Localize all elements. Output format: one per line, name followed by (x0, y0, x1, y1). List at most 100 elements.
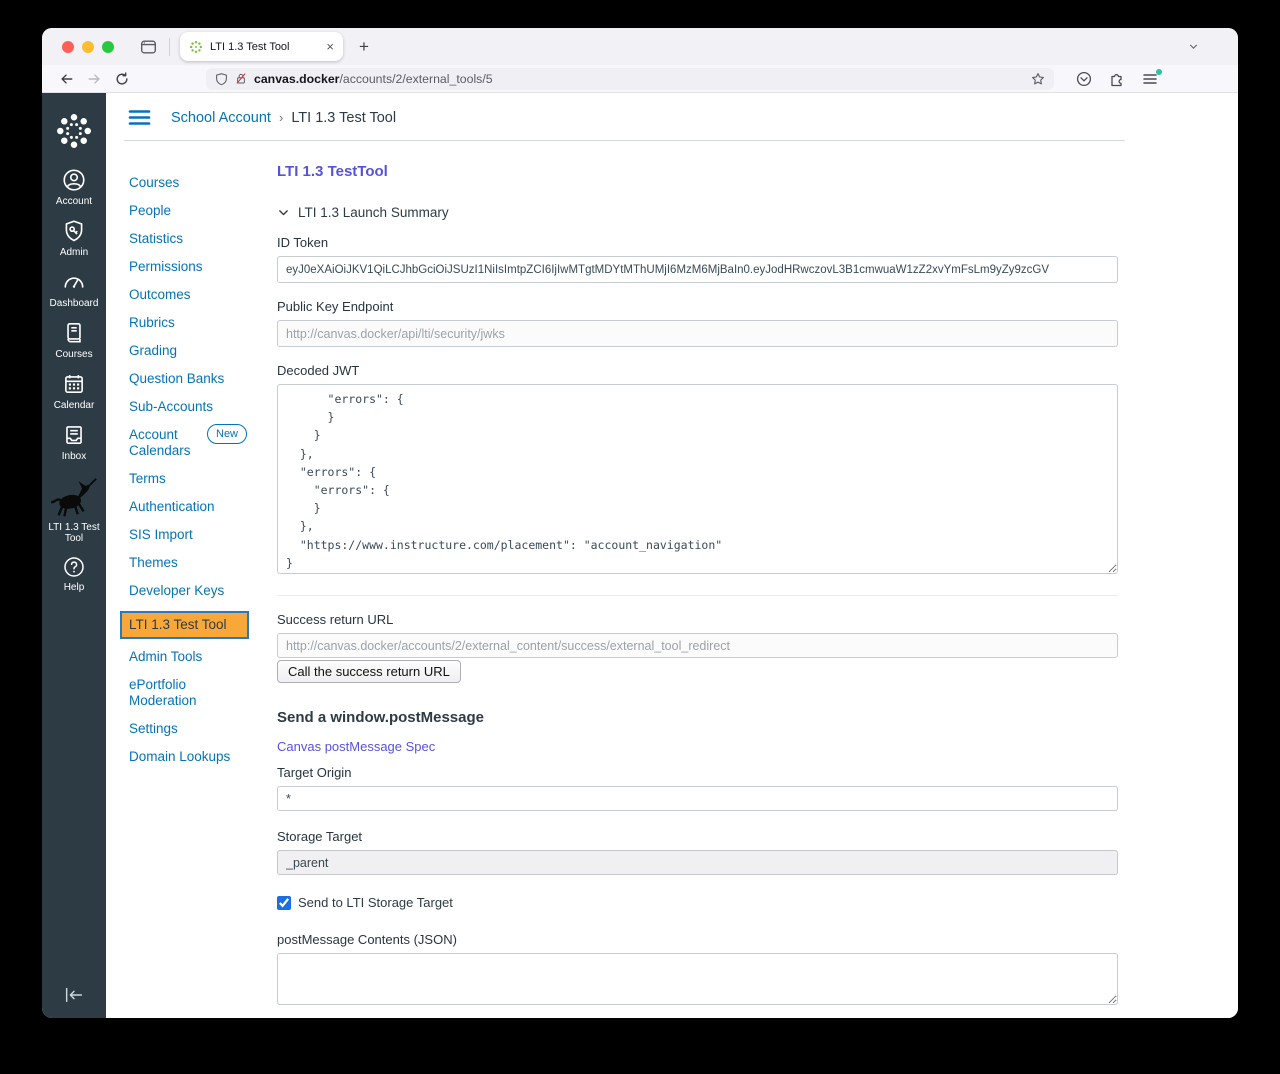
url-text: canvas.docker/accounts/2/external_tools/… (254, 72, 493, 86)
screen: LTI 1.3 Test Tool × + canvas.docker/acco… (0, 0, 1280, 1074)
navigation-toolbar: canvas.docker/accounts/2/external_tools/… (42, 65, 1238, 93)
url-host: canvas.docker (254, 71, 340, 86)
minimize-window-button[interactable] (82, 40, 94, 53)
dashboard-icon (64, 277, 84, 288)
sidebar-item-calendar[interactable]: Calendar (54, 371, 94, 411)
send-to-storage-label: Send to LTI Storage Target (298, 895, 453, 910)
subnav-item-account-calendars[interactable]: Account Calendars New (129, 424, 253, 459)
send-to-storage-checkbox-row[interactable]: Send to LTI Storage Target (277, 895, 1118, 910)
tab-lti-test-tool[interactable]: LTI 1.3 Test Tool × (180, 32, 343, 61)
new-tab-button[interactable]: + (359, 38, 369, 55)
update-badge (1156, 68, 1162, 75)
toolbar-right-icons (1076, 68, 1162, 87)
storage-target-label: Storage Target (277, 829, 363, 844)
target-origin-input[interactable] (277, 786, 1118, 811)
account-icon (63, 169, 85, 191)
subnav-item-authentication[interactable]: Authentication (129, 499, 253, 515)
public-key-label: Public Key Endpoint (277, 299, 394, 314)
success-url-label: Success return URL (277, 612, 394, 627)
subnav-item-courses[interactable]: Courses (129, 175, 253, 191)
launch-summary-toggle[interactable]: LTI 1.3 Launch Summary (277, 205, 1118, 220)
account-sub-nav: Courses People Statistics Permissions Ou… (106, 141, 277, 1018)
breadcrumb: School Account › LTI 1.3 Test Tool (171, 110, 396, 126)
tab-separator (169, 37, 170, 56)
send-to-storage-checkbox[interactable] (277, 895, 291, 910)
subnav-item-permissions[interactable]: Permissions (129, 259, 253, 275)
storage-target-input[interactable] (277, 850, 1118, 875)
canvas-page: School Account › LTI 1.3 Test Tool Cours… (106, 93, 1238, 1018)
admin-icon (65, 220, 83, 242)
pocket-icon[interactable] (1076, 71, 1092, 87)
tab-close-icon[interactable]: × (326, 40, 334, 53)
collapse-global-nav-icon[interactable] (63, 986, 85, 1004)
new-badge: New (207, 424, 248, 444)
canvas-global-nav: Account Admin Dashboard Courses Calendar… (42, 93, 106, 1018)
subnav-item-lti-test-tool[interactable]: LTI 1.3 Test Tool (120, 611, 249, 639)
courses-icon (67, 322, 81, 343)
subnav-item-rubrics[interactable]: Rubrics (129, 315, 253, 331)
sidebar-item-admin[interactable]: Admin (60, 218, 88, 258)
inbox-icon (66, 426, 82, 444)
sidebar-item-account[interactable]: Account (56, 167, 92, 207)
subnav-item-admin-tools[interactable]: Admin Tools (129, 649, 253, 665)
breadcrumb-row: School Account › LTI 1.3 Test Tool (106, 93, 1238, 138)
sidebar-item-lti-test-tool[interactable]: LTI 1.3 Test Tool (42, 477, 106, 544)
url-bar[interactable]: canvas.docker/accounts/2/external_tools/… (206, 67, 1054, 90)
subnav-item-settings[interactable]: Settings (129, 721, 253, 737)
list-tabs-chevron-icon[interactable] (1187, 40, 1200, 53)
postmessage-contents-textarea[interactable] (277, 953, 1118, 1005)
help-icon (64, 557, 84, 577)
postmessage-spec-link[interactable]: Canvas postMessage Spec (277, 739, 435, 754)
subnav-item-domain-lookups[interactable]: Domain Lookups (129, 749, 253, 765)
tab-strip: LTI 1.3 Test Tool × + (42, 28, 1238, 65)
canvas-favicon (189, 40, 203, 53)
sidebar-item-inbox[interactable]: Inbox (61, 422, 87, 462)
bookmark-star-icon[interactable] (1031, 72, 1045, 86)
subnav-item-terms[interactable]: Terms (129, 471, 253, 487)
reload-button[interactable] (108, 67, 136, 91)
breadcrumb-separator: › (278, 110, 284, 125)
sidebar-item-help[interactable]: Help (62, 555, 86, 593)
success-url-input[interactable] (277, 633, 1118, 658)
tracking-protection-shield-icon[interactable] (215, 72, 228, 86)
subnav-item-people[interactable]: People (129, 203, 253, 219)
lti-tool-content: LTI 1.3 TestTool LTI 1.3 Launch Summary … (277, 141, 1118, 1018)
close-window-button[interactable] (62, 40, 74, 53)
extensions-puzzle-icon[interactable] (1109, 71, 1125, 87)
chevron-down-icon (279, 210, 288, 216)
subnav-item-grading[interactable]: Grading (129, 343, 253, 359)
id-token-label: ID Token (277, 235, 329, 250)
zoom-window-button[interactable] (102, 40, 114, 53)
subnav-item-sub-accounts[interactable]: Sub-Accounts (129, 399, 253, 415)
post-message-heading: Send a window.postMessage (277, 709, 484, 726)
breadcrumb-school-account[interactable]: School Account (171, 110, 271, 126)
public-key-input[interactable] (277, 320, 1118, 347)
sidebar-item-dashboard[interactable]: Dashboard (50, 269, 98, 309)
hamburger-menu-icon[interactable] (128, 109, 151, 126)
subnav-item-eportfolio-moderation[interactable]: ePortfolio Moderation (129, 677, 253, 709)
id-token-input[interactable] (277, 256, 1118, 283)
subnav-item-question-banks[interactable]: Question Banks (129, 371, 253, 387)
firefox-view-icon[interactable] (140, 39, 157, 55)
subnav-item-themes[interactable]: Themes (129, 555, 253, 571)
subnav-item-outcomes[interactable]: Outcomes (129, 287, 253, 303)
app-menu-icon[interactable] (1142, 68, 1162, 86)
call-success-url-button[interactable]: Call the success return URL (277, 660, 461, 683)
target-origin-label: Target Origin (277, 765, 352, 780)
decoded-jwt-label: Decoded JWT (277, 363, 360, 378)
subnav-item-developer-keys[interactable]: Developer Keys (129, 583, 253, 599)
postmessage-contents-label: postMessage Contents (JSON) (277, 932, 457, 947)
subnav-item-sis-import[interactable]: SIS Import (129, 527, 253, 543)
section-divider (277, 595, 1118, 596)
insecure-lock-icon[interactable] (235, 72, 247, 85)
breadcrumb-current: LTI 1.3 Test Tool (291, 109, 397, 126)
browser-window: LTI 1.3 Test Tool × + canvas.docker/acco… (42, 28, 1238, 1018)
back-button[interactable] (52, 67, 80, 91)
decoded-jwt-textarea[interactable]: "errors": { } } }, "errors": { "errors":… (277, 384, 1118, 574)
subnav-item-statistics[interactable]: Statistics (129, 231, 253, 247)
tab-title: LTI 1.3 Test Tool (210, 40, 290, 53)
canvas-logo-icon[interactable] (54, 111, 94, 151)
page-title: LTI 1.3 TestTool (277, 163, 388, 180)
forward-button[interactable] (80, 67, 108, 91)
sidebar-item-courses[interactable]: Courses (55, 320, 93, 360)
